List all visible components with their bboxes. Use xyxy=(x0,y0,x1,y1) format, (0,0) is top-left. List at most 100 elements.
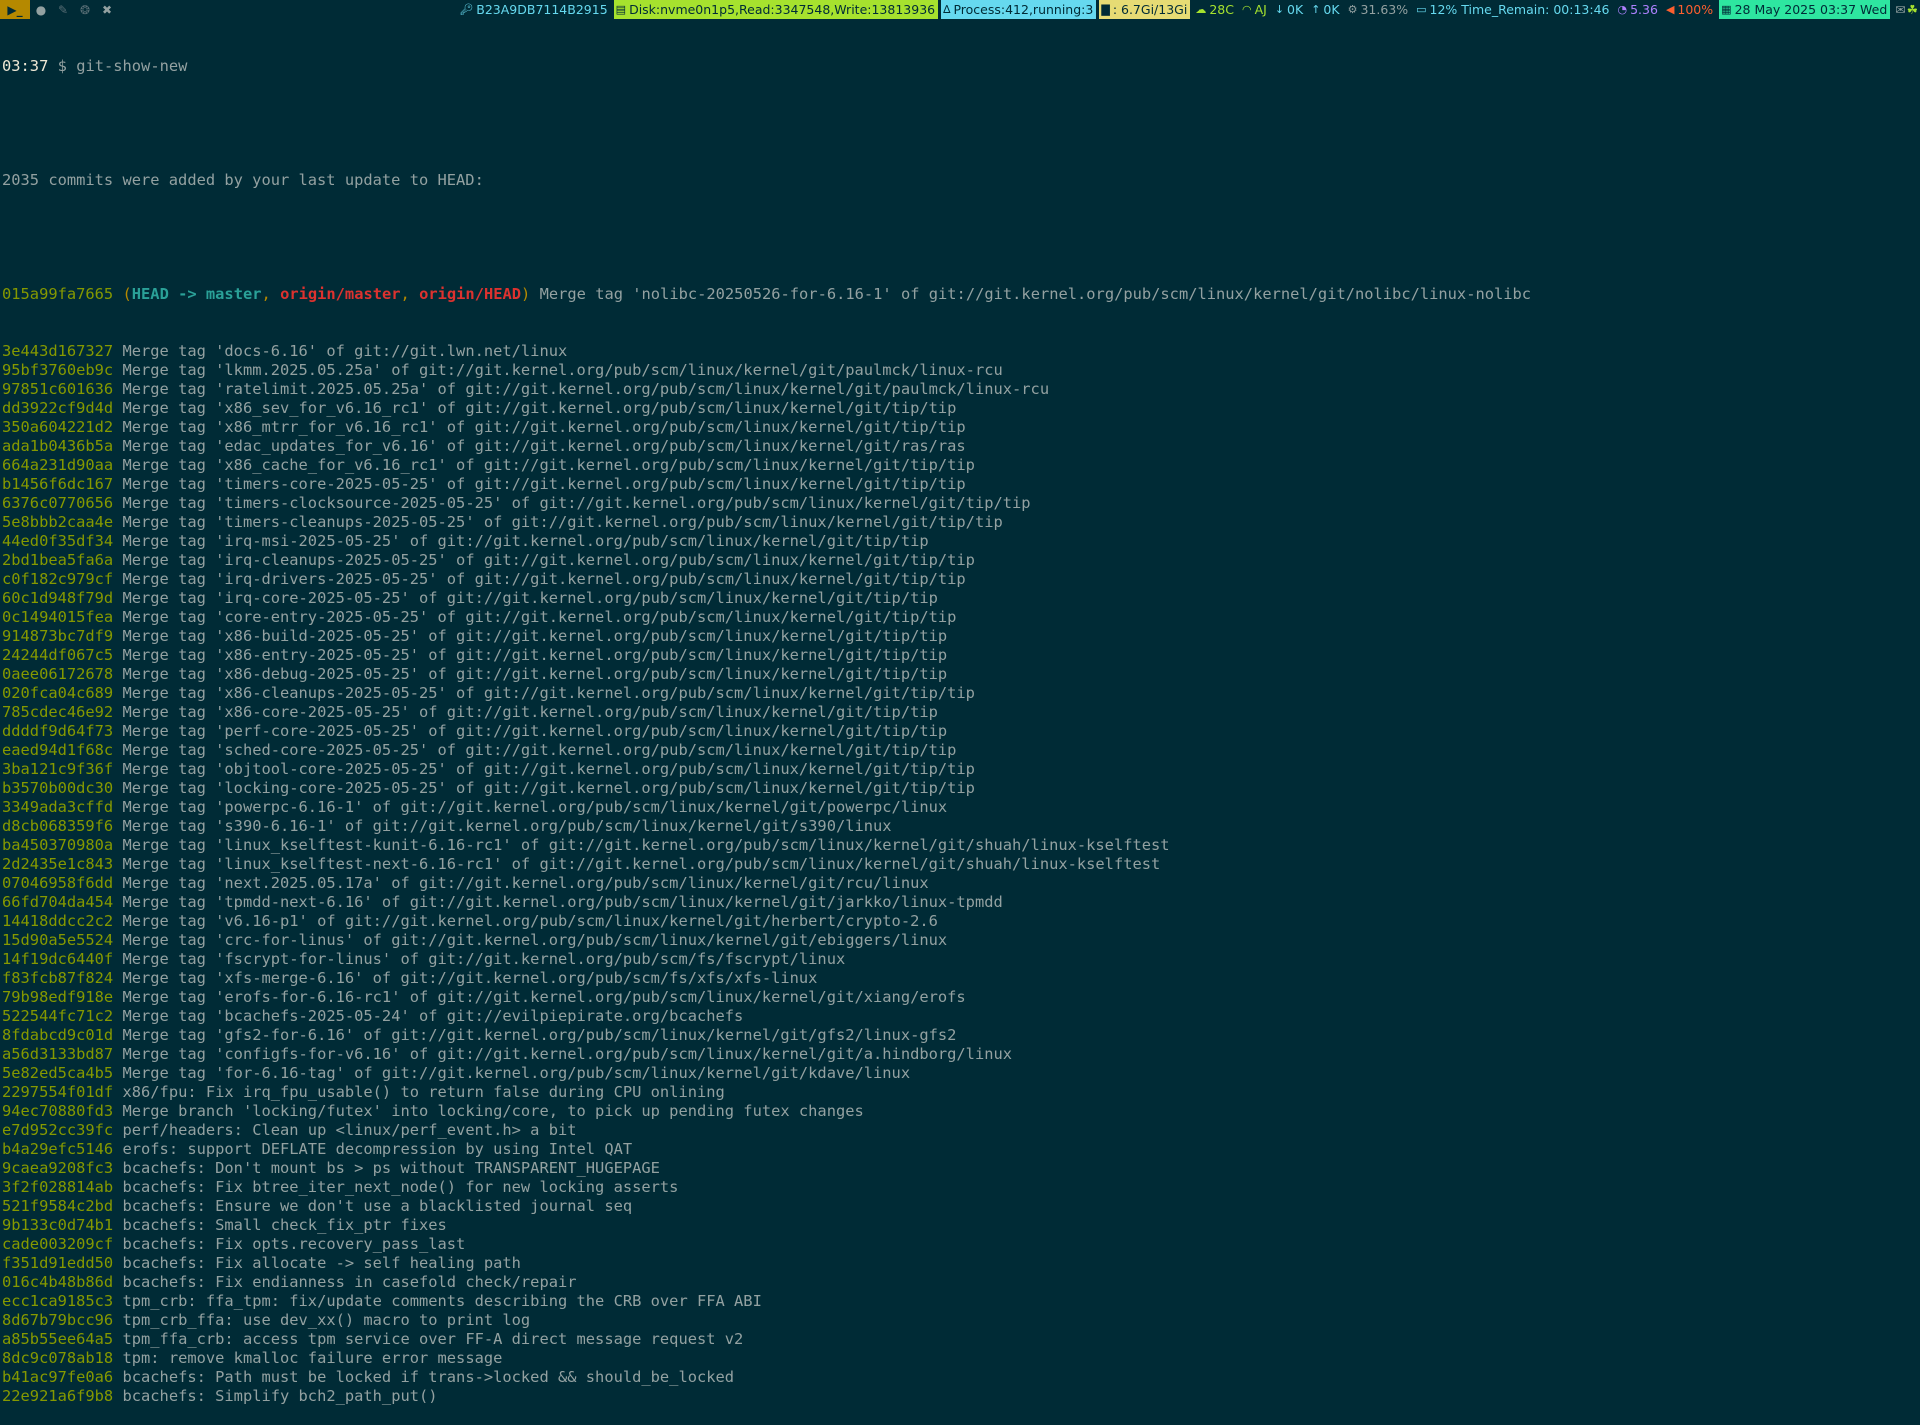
commit-message: Merge tag 'x86_cache_for_v6.16_rc1' of g… xyxy=(122,456,975,474)
linux-icon: ❂ xyxy=(79,2,91,17)
cpu-indicator: ⚙ 31.63% xyxy=(1346,0,1412,19)
cloud-icon: ☁ xyxy=(1195,3,1207,16)
commit-message: Merge tag 'locking-core-2025-05-25' of g… xyxy=(122,779,975,797)
commit-line: 785cdec46e92 Merge tag 'x86-core-2025-05… xyxy=(2,703,1918,722)
commit-line: 5e82ed5ca4b5 Merge tag 'for-6.16-tag' of… xyxy=(2,1064,1918,1083)
commit-message: Merge tag 'linux_kselftest-next-6.16-rc1… xyxy=(122,855,1161,873)
commit-hash: 016c4b48b86d xyxy=(2,1273,114,1291)
commit-hash: a56d3133bd87 xyxy=(2,1045,114,1063)
commit-hash: b3570b00dc30 xyxy=(2,779,114,797)
commit-line: 60c1d948f79d Merge tag 'irq-core-2025-05… xyxy=(2,589,1918,608)
commit-message: tpm_crb_ffa: use dev_xx() macro to print… xyxy=(122,1311,531,1329)
commit-hash: 3e443d167327 xyxy=(2,342,114,360)
workspace-button[interactable]: ● xyxy=(30,0,52,19)
commit-hash: 350a604221d2 xyxy=(2,418,114,436)
commit-hash: ddddf9d64f73 xyxy=(2,722,114,740)
commit-line: b41ac97fe0a6 bcachefs: Path must be lock… xyxy=(2,1368,1918,1387)
terminal-window[interactable]: 03:37 $ git-show-new 2035 commits were a… xyxy=(2,19,1918,1425)
commit-line: 8fdabcd9c01d Merge tag 'gfs2-for-6.16' o… xyxy=(2,1026,1918,1045)
commit-line: 44ed0f35df34 Merge tag 'irq-msi-2025-05-… xyxy=(2,532,1918,551)
temperature-indicator: ☁ 28C xyxy=(1193,0,1237,19)
commit-line: ecc1ca9185c3 tpm_crb: ffa_tpm: fix/updat… xyxy=(2,1292,1918,1311)
commit-message: Merge tag 'core-entry-2025-05-25' of git… xyxy=(122,608,957,626)
commit-message: Merge tag 'objtool-core-2025-05-25' of g… xyxy=(122,760,975,778)
commit-line: 2d2435e1c843 Merge tag 'linux_kselftest-… xyxy=(2,855,1918,874)
commit-message: Merge tag 'crc-for-linus' of git://git.k… xyxy=(122,931,948,949)
arrow-up-icon: ↑ xyxy=(1311,3,1321,16)
commit-hash: ecc1ca9185c3 xyxy=(2,1292,114,1310)
commit-hash: 60c1d948f79d xyxy=(2,589,114,607)
terminal-icon: ▶_ xyxy=(7,2,23,17)
gauge-icon: ◔ xyxy=(1617,3,1628,16)
workspace-button[interactable]: ❂ xyxy=(74,0,96,19)
arrow-down-icon: ↓ xyxy=(1274,3,1285,16)
tray-indicator[interactable]: ☘ xyxy=(1907,0,1920,19)
workspace-button[interactable]: ✖ xyxy=(96,0,118,19)
commit-message: Merge tag 'fscrypt-for-linus' of git://g… xyxy=(122,950,846,968)
datetime-indicator[interactable]: ▦ 28 May 2025 03:37 Wed xyxy=(1719,0,1891,19)
commit-message: perf/headers: Clean up <linux/perf_event… xyxy=(122,1121,577,1139)
commit-message: bcachefs: Small check_fix_ptr fixes xyxy=(122,1216,447,1234)
ref-origin-head: origin/HEAD xyxy=(419,285,522,303)
commit-hash: 5e82ed5ca4b5 xyxy=(2,1064,114,1082)
commit-message: Merge tag 'edac_updates_for_v6.16' of gi… xyxy=(122,437,966,455)
battery-icon: ▭ xyxy=(1416,3,1427,16)
commit-message: bcachefs: Fix opts.recovery_pass_last xyxy=(122,1235,466,1253)
commit-line: 016c4b48b86d bcachefs: Fix endianness in… xyxy=(2,1273,1918,1292)
commit-hash: 66fd704da454 xyxy=(2,893,114,911)
summary-line: 2035 commits were added by your last upd… xyxy=(2,171,484,189)
commit-hash: 3f2f028814ab xyxy=(2,1178,114,1196)
commit-message: bcachefs: Don't mount bs > ps without TR… xyxy=(122,1159,660,1177)
commit-message: Merge tag 's390-6.16-1' of git://git.ker… xyxy=(122,817,892,835)
wifi-icon: ◠ xyxy=(1241,3,1252,16)
commit-hash: 6376c0770656 xyxy=(2,494,114,512)
commit-message: Merge tag 'gfs2-for-6.16' of git://git.k… xyxy=(122,1026,957,1044)
mail-indicator[interactable]: ✉ xyxy=(1893,0,1906,19)
commit-message: Merge tag 'erofs-for-6.16-rc1' of git://… xyxy=(122,988,966,1006)
commit-hash: 94ec70880fd3 xyxy=(2,1102,114,1120)
commit-message: Merge tag 'docs-6.16' of git://git.lwn.n… xyxy=(122,342,568,360)
battery-text: 12% Time_Remain: 00:13:46 xyxy=(1429,2,1610,17)
commit-hash: 0aee06172678 xyxy=(2,665,114,683)
commit-line: 24244df067c5 Merge tag 'x86-entry-2025-0… xyxy=(2,646,1918,665)
commit-line: 2297554f01df x86/fpu: Fix irq_fpu_usable… xyxy=(2,1083,1918,1102)
volume-indicator[interactable]: ◀ 100% xyxy=(1664,0,1716,19)
commit-hash: a85b55ee64a5 xyxy=(2,1330,114,1348)
commit-hash: 8fdabcd9c01d xyxy=(2,1026,114,1044)
commit-hash: 79b98edf918e xyxy=(2,988,114,1006)
commit-hash: b41ac97fe0a6 xyxy=(2,1368,114,1386)
commit-message: tpm_ffa_crb: access tpm service over FF-… xyxy=(122,1330,744,1348)
commit-hash: 07046958f6dd xyxy=(2,874,114,892)
commit-line: 9b133c0d74b1 bcachefs: Small check_fix_p… xyxy=(2,1216,1918,1235)
commit-hash: eaed94d1f68c xyxy=(2,741,114,759)
commit-message: Merge tag 'bcachefs-2025-05-24' of git:/… xyxy=(122,1007,744,1025)
ref-open-paren: ( xyxy=(122,285,132,303)
commit-line: 14f19dc6440f Merge tag 'fscrypt-for-linu… xyxy=(2,950,1918,969)
tools-icon: ✖ xyxy=(101,2,113,17)
commit-hash: dd3922cf9d4d xyxy=(2,399,114,417)
prompt-time: 03:37 xyxy=(2,57,49,75)
process-icon: ∆ xyxy=(943,3,951,16)
commit-hash: 785cdec46e92 xyxy=(2,703,114,721)
commit-hash: b4a29efc5146 xyxy=(2,1140,114,1158)
commit-message: Merge tag 'x86-core-2025-05-25' of git:/… xyxy=(122,703,938,721)
commit-line: 8dc9c078ab18 tpm: remove kmalloc failure… xyxy=(2,1349,1918,1368)
calendar-icon: ▦ xyxy=(1721,3,1732,16)
commit-hash: d8cb068359f6 xyxy=(2,817,114,835)
commit-message: Merge branch 'locking/futex' into lockin… xyxy=(122,1102,864,1120)
commit-hash: cade003209cf xyxy=(2,1235,114,1253)
ref-close-paren: ) xyxy=(521,285,531,303)
disk-indicator: ▤ Disk:nvme0n1p5,Read:3347548,Write:1381… xyxy=(613,0,939,19)
datetime-text: 28 May 2025 03:37 Wed xyxy=(1734,2,1888,17)
commit-message: Merge tag 'xfs-merge-6.16' of git://git.… xyxy=(122,969,818,987)
prompt-symbol: $ xyxy=(57,57,67,75)
commit-hash: 5e8bbb2caa4e xyxy=(2,513,114,531)
prompt-line: 03:37 $ git-show-new xyxy=(2,57,1918,76)
commit-line: 15d90a5e5524 Merge tag 'crc-for-linus' o… xyxy=(2,931,1918,950)
workspace-button[interactable]: ▶_ xyxy=(0,0,30,19)
key-icon: 🔑︎ xyxy=(459,3,474,16)
prompt-command: git-show-new xyxy=(76,57,188,75)
volume-text: 100% xyxy=(1677,2,1714,17)
commit-hash: c0f182c979cf xyxy=(2,570,114,588)
workspace-button[interactable]: ✎ xyxy=(52,0,74,19)
